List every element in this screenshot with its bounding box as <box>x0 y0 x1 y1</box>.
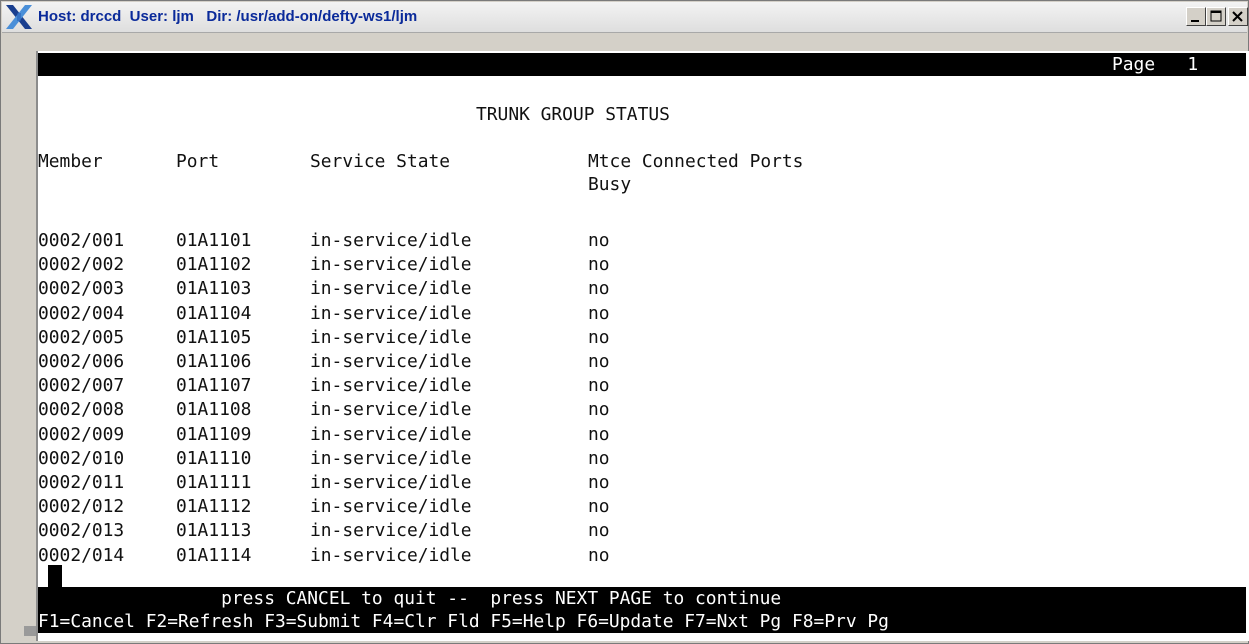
header-port: Port <box>176 151 220 172</box>
resize-grip[interactable] <box>24 626 36 636</box>
maximize-button[interactable] <box>1206 7 1226 26</box>
service-state-cell: in-service/idle <box>310 351 472 372</box>
port-cell: 01A1112 <box>176 496 252 518</box>
screen-title: TRUNK GROUP STATUS <box>476 104 670 125</box>
port-cell: 01A1109 <box>176 423 252 445</box>
busy-cell: no <box>588 520 610 542</box>
busy-cell: no <box>588 351 610 372</box>
service-state-cell: in-service/idle <box>310 302 472 324</box>
busy-cell: no <box>588 278 610 300</box>
port-cell: 01A1104 <box>176 302 252 324</box>
busy-cell: no <box>588 375 610 397</box>
prompt-bar: press CANCEL to quit -- press NEXT PAGE … <box>38 587 1246 610</box>
close-button[interactable] <box>1228 7 1248 26</box>
port-cell: 01A1113 <box>176 520 252 542</box>
command-line-bar: status trunk 2 <box>38 53 1246 98</box>
text-cursor <box>48 565 62 587</box>
member-cell: 0002/003 <box>38 278 125 300</box>
port-cell: 01A1110 <box>176 447 252 469</box>
maximize-icon <box>1210 10 1222 22</box>
port-cell: 01A1106 <box>176 351 252 372</box>
x-window-logo-icon <box>6 5 32 29</box>
port-cell: 01A1103 <box>176 278 252 300</box>
member-cell: 0002/013 <box>38 520 125 542</box>
busy-cell: no <box>588 496 610 518</box>
minimize-icon <box>1191 20 1199 22</box>
port-cell: 01A1114 <box>176 544 252 566</box>
terminal-screen[interactable]: status trunk 2 Page 1 TRUNK GROUP STATUS… <box>36 51 1249 641</box>
service-state-cell: in-service/idle <box>310 544 472 566</box>
service-state-cell: in-service/idle <box>310 472 472 493</box>
port-cell: 01A1105 <box>176 326 252 348</box>
title-bar[interactable]: Host: drccd User: ljm Dir: /usr/add-on/d… <box>2 2 1248 33</box>
service-state-cell: in-service/idle <box>310 326 472 348</box>
service-state-cell: in-service/idle <box>310 375 472 397</box>
header-busy: Busy <box>588 174 632 195</box>
service-state-cell: in-service/idle <box>310 230 472 251</box>
service-state-cell: in-service/idle <box>310 254 472 276</box>
member-cell: 0002/002 <box>38 254 125 276</box>
close-icon <box>1232 11 1243 22</box>
member-cell: 0002/009 <box>38 423 125 445</box>
busy-cell: no <box>588 447 610 469</box>
member-cell: 0002/006 <box>38 351 125 372</box>
member-cell: 0002/005 <box>38 326 125 348</box>
member-cell: 0002/011 <box>38 472 125 493</box>
port-cell: 01A1101 <box>176 230 252 251</box>
terminal-window: Host: drccd User: ljm Dir: /usr/add-on/d… <box>0 0 1249 644</box>
service-state-cell: in-service/idle <box>310 520 472 542</box>
member-cell: 0002/014 <box>38 544 125 566</box>
service-state-cell: in-service/idle <box>310 399 472 421</box>
busy-cell: no <box>588 326 610 348</box>
port-cell: 01A1108 <box>176 399 252 421</box>
member-cell: 0002/001 <box>38 230 125 251</box>
busy-cell: no <box>588 544 610 566</box>
member-cell: 0002/012 <box>38 496 125 518</box>
port-cell: 01A1107 <box>176 375 252 397</box>
header-service-state: Service State <box>310 151 451 172</box>
member-cell: 0002/010 <box>38 447 125 469</box>
busy-cell: no <box>588 472 610 493</box>
window-title: Host: drccd User: ljm Dir: /usr/add-on/d… <box>38 8 418 25</box>
busy-cell: no <box>588 423 610 445</box>
header-member: Member <box>38 151 103 172</box>
service-state-cell: in-service/idle <box>310 447 472 469</box>
page-indicator: Page 1 <box>1112 54 1199 75</box>
busy-cell: no <box>588 230 610 251</box>
service-state-cell: in-service/idle <box>310 496 472 518</box>
member-cell: 0002/008 <box>38 399 125 421</box>
member-cell: 0002/004 <box>38 302 125 324</box>
port-cell: 01A1111 <box>176 472 252 493</box>
header-mtce-connected-ports: Mtce Connected Ports <box>588 151 804 172</box>
port-cell: 01A1102 <box>176 254 252 276</box>
busy-cell: no <box>588 254 610 276</box>
busy-cell: no <box>588 399 610 421</box>
member-cell: 0002/007 <box>38 375 125 397</box>
function-key-bar[interactable]: F1=Cancel F2=Refresh F3=Submit F4=Clr Fl… <box>38 610 1246 633</box>
command-line: status trunk 2 <box>102 77 254 98</box>
minimize-button[interactable] <box>1186 7 1206 26</box>
service-state-cell: in-service/idle <box>310 423 472 445</box>
service-state-cell: in-service/idle <box>310 278 472 300</box>
busy-cell: no <box>588 302 610 324</box>
